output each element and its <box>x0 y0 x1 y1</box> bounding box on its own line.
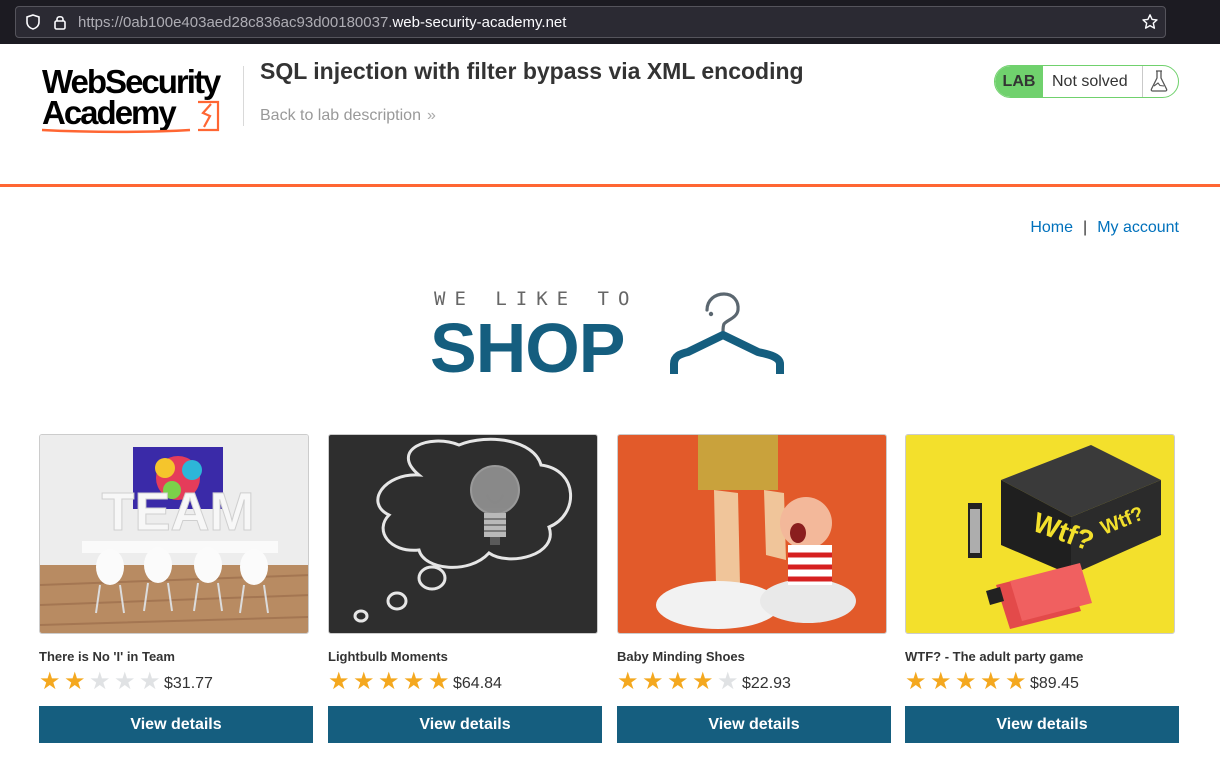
product-image-wtf-game[interactable]: Wtf? Wtf? <box>905 434 1175 634</box>
star-icon: ★ <box>642 668 664 695</box>
star-icon: ★ <box>139 668 161 695</box>
star-icon: ★ <box>39 668 61 695</box>
view-details-button[interactable]: View details <box>328 706 602 743</box>
star-icon: ★ <box>905 668 927 695</box>
view-details-button[interactable]: View details <box>617 706 891 743</box>
star-icon: ★ <box>89 668 111 695</box>
rating-stars: ★ ★ ★ ★ ★ <box>328 668 453 695</box>
star-icon: ★ <box>955 668 977 695</box>
product-price: $89.45 <box>1030 675 1079 692</box>
star-icon: ★ <box>403 668 425 695</box>
star-icon: ★ <box>717 668 739 695</box>
shop-banner: WE LIKE TO SHOP <box>430 286 790 387</box>
star-icon: ★ <box>114 668 136 695</box>
product-name: Baby Minding Shoes <box>617 649 745 664</box>
star-icon: ★ <box>428 668 450 695</box>
top-navigation: Home | My account <box>1030 219 1179 237</box>
browser-toolbar: https://0ab100e403aed28c836ac93d00180037… <box>0 0 1220 44</box>
product-price: $64.84 <box>453 675 502 692</box>
home-link[interactable]: Home <box>1030 219 1073 236</box>
badge-divider <box>1142 66 1143 97</box>
product-name: Lightbulb Moments <box>328 649 448 664</box>
star-icon: ★ <box>980 668 1002 695</box>
my-account-link[interactable]: My account <box>1097 219 1179 236</box>
rating-stars: ★ ★ ★ ★ ★ <box>617 668 742 695</box>
product-price: $22.93 <box>742 675 791 692</box>
rating-stars: ★ ★ ★ ★ ★ <box>905 668 1030 695</box>
view-details-button[interactable]: View details <box>905 706 1179 743</box>
banner-title: SHOP <box>430 309 625 387</box>
nav-separator: | <box>1083 219 1088 236</box>
double-chevron-right-icon: » <box>426 107 436 124</box>
product-image-shoes[interactable] <box>617 434 887 634</box>
lab-title: SQL injection with filter bypass via XML… <box>260 58 804 84</box>
lightning-bolt-icon <box>198 100 220 132</box>
star-icon: ★ <box>692 668 714 695</box>
flask-icon <box>1150 70 1168 92</box>
star-icon: ★ <box>930 668 952 695</box>
lab-label: LAB <box>995 66 1043 97</box>
address-bar[interactable]: https://0ab100e403aed28c836ac93d00180037… <box>15 6 1166 38</box>
shield-icon[interactable] <box>24 13 42 31</box>
star-icon: ★ <box>1005 668 1027 695</box>
view-details-button[interactable]: View details <box>39 706 313 743</box>
product-name: WTF? - The adult party game <box>905 649 1084 664</box>
product-image-team[interactable]: TEAM <box>39 434 309 634</box>
web-security-academy-logo[interactable]: WebSecurity Academy <box>40 63 240 135</box>
header-rule <box>0 184 1220 187</box>
header-divider <box>243 66 244 126</box>
svg-text:TEAM: TEAM <box>102 482 255 542</box>
banner-tagline: WE LIKE TO <box>434 288 639 310</box>
product-image-lightbulb[interactable] <box>328 434 598 634</box>
product-name: There is No 'I' in Team <box>39 649 175 664</box>
star-icon: ★ <box>378 668 400 695</box>
coat-hanger-icon <box>670 292 784 374</box>
bookmark-star-icon[interactable] <box>1141 13 1159 31</box>
url-text[interactable]: https://0ab100e403aed28c836ac93d00180037… <box>78 14 566 31</box>
star-icon: ★ <box>353 668 375 695</box>
star-icon: ★ <box>64 668 86 695</box>
lab-status-badge: LAB Not solved <box>994 65 1179 98</box>
star-icon: ★ <box>667 668 689 695</box>
lock-icon[interactable] <box>51 13 69 31</box>
star-icon: ★ <box>617 668 639 695</box>
star-icon: ★ <box>328 668 350 695</box>
rating-stars: ★ ★ ★ ★ ★ <box>39 668 164 695</box>
back-to-lab-description-link[interactable]: Back to lab description» <box>260 107 436 125</box>
lab-status-text: Not solved <box>1052 73 1128 90</box>
product-price: $31.77 <box>164 675 213 692</box>
